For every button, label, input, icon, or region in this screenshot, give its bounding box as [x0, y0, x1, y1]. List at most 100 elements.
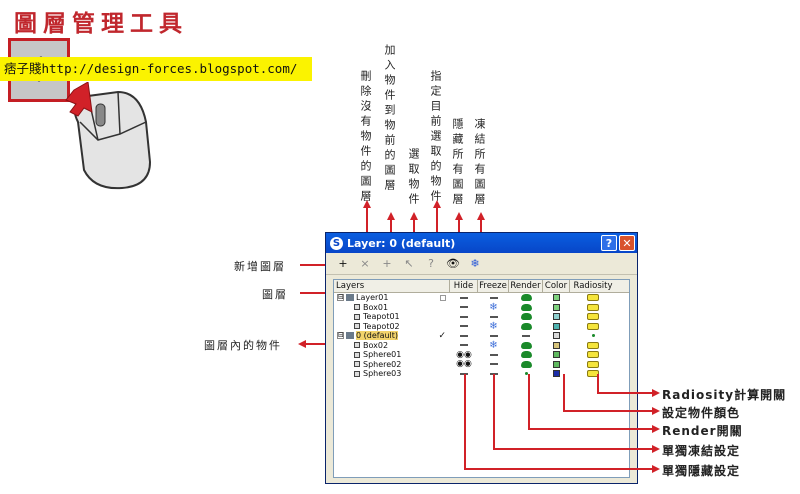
- label-objects-in-layer: 圖層內的物件: [204, 339, 282, 352]
- row-render-cell[interactable]: [509, 312, 543, 322]
- row-color-cell[interactable]: [543, 331, 570, 341]
- render-teapot-icon: [520, 351, 532, 359]
- object-icon: [354, 304, 360, 311]
- row-hide-cell[interactable]: ◉◉: [450, 350, 478, 360]
- object-row[interactable]: Teapot02 ❄: [334, 321, 629, 332]
- row-name: 0 (default): [356, 331, 399, 341]
- row-radiosity-cell[interactable]: [570, 341, 616, 351]
- color-swatch: [553, 332, 560, 340]
- row-radiosity-cell[interactable]: [570, 293, 616, 303]
- row-color-cell[interactable]: [543, 312, 570, 322]
- row-render-cell[interactable]: [509, 360, 543, 370]
- row-color-cell[interactable]: [543, 341, 570, 351]
- row-color-cell[interactable]: [543, 369, 570, 379]
- object-row[interactable]: Box02 ❄: [334, 340, 629, 351]
- label-set-current-selection: 指定目前選取的物件: [429, 70, 442, 205]
- select-objects-icon[interactable]: ↖: [398, 255, 420, 273]
- color-swatch: [553, 322, 560, 330]
- hide-all-icon[interactable]: 👁: [442, 255, 464, 273]
- row-radiosity-cell[interactable]: [570, 350, 616, 360]
- row-name-cell[interactable]: Box01: [334, 303, 450, 312]
- current-layer-check-icon[interactable]: ✓: [438, 331, 446, 340]
- row-color-cell[interactable]: [543, 360, 570, 370]
- collapse-toggle-icon[interactable]: ⊟: [337, 332, 344, 340]
- row-name-cell[interactable]: Sphere02: [334, 360, 450, 369]
- row-radiosity-cell[interactable]: [570, 360, 616, 370]
- label-render-toggle: Render開關: [662, 424, 743, 438]
- row-render-cell[interactable]: [509, 322, 543, 332]
- row-name: Box01: [363, 302, 389, 312]
- row-radiosity-cell[interactable]: [570, 322, 616, 332]
- delete-layer-icon[interactable]: ×: [354, 255, 376, 273]
- row-radiosity-cell[interactable]: [570, 331, 616, 341]
- object-row[interactable]: Teapot01: [334, 312, 629, 322]
- col-freeze[interactable]: Freeze: [478, 280, 509, 292]
- row-color-cell[interactable]: [543, 303, 570, 313]
- row-render-cell[interactable]: [509, 303, 543, 313]
- row-name-cell[interactable]: Sphere01: [334, 350, 450, 359]
- close-button[interactable]: ✕: [619, 235, 635, 251]
- row-hide-cell[interactable]: ◉◉: [450, 359, 478, 369]
- col-radiosity[interactable]: Radiosity: [570, 280, 616, 292]
- row-freeze-cell[interactable]: [478, 350, 509, 360]
- layer-row[interactable]: ⊟ 0 (default) ✓: [334, 331, 629, 341]
- off-dash-icon: [489, 353, 498, 356]
- current-layer-box[interactable]: [440, 294, 446, 301]
- row-color-cell[interactable]: [543, 293, 570, 303]
- row-hide-cell[interactable]: [450, 312, 478, 322]
- row-name: Teapot02: [363, 321, 400, 331]
- help-button[interactable]: ?: [601, 235, 617, 251]
- object-row[interactable]: Box01 ❄: [334, 302, 629, 313]
- row-name: Box02: [363, 340, 389, 350]
- color-swatch: [553, 351, 560, 359]
- col-hide[interactable]: Hide: [450, 280, 478, 292]
- layer-row[interactable]: ⊟ Layer01: [334, 293, 629, 303]
- off-dash-icon: [460, 334, 468, 337]
- row-color-cell[interactable]: [543, 322, 570, 332]
- row-radiosity-cell[interactable]: [570, 312, 616, 322]
- row-radiosity-cell[interactable]: [570, 303, 616, 313]
- row-hide-cell[interactable]: [450, 322, 478, 332]
- row-render-cell[interactable]: [509, 331, 543, 341]
- object-row[interactable]: Sphere03: [334, 369, 629, 379]
- label-add-object-to-layer: 加入物件到物前的圖層: [383, 44, 396, 194]
- row-name-cell[interactable]: ⊟ 0 (default) ✓: [334, 331, 450, 341]
- row-name-cell[interactable]: Teapot01: [334, 312, 450, 321]
- collapse-toggle-icon[interactable]: ⊟: [337, 294, 344, 302]
- row-name-cell[interactable]: Teapot02: [334, 322, 450, 331]
- col-color[interactable]: Color: [543, 280, 570, 292]
- row-freeze-cell[interactable]: ❄: [478, 321, 509, 331]
- label-object-color: 設定物件顏色: [662, 406, 741, 420]
- row-name-cell[interactable]: Box02: [334, 341, 450, 350]
- create-layer-icon[interactable]: +: [332, 255, 354, 273]
- set-current-layer-icon[interactable]: ?: [420, 255, 442, 273]
- row-name-cell[interactable]: Sphere03: [334, 369, 450, 378]
- freeze-all-icon[interactable]: ❄: [464, 255, 486, 273]
- object-row[interactable]: Sphere01 ◉◉: [334, 350, 629, 360]
- label-hide-toggle: 單獨隱藏設定: [662, 464, 741, 478]
- dialog-titlebar[interactable]: S Layer: 0 (default) ? ✕: [326, 233, 637, 253]
- row-render-cell[interactable]: [509, 293, 543, 303]
- row-hide-cell[interactable]: [450, 341, 478, 351]
- row-color-cell[interactable]: [543, 350, 570, 360]
- row-hide-cell[interactable]: [450, 293, 478, 303]
- blog-banner[interactable]: 痞子賤http://design-forces.blogspot.com/: [0, 57, 312, 81]
- row-render-cell[interactable]: [509, 369, 543, 379]
- row-freeze-cell[interactable]: [478, 360, 509, 370]
- row-hide-cell[interactable]: [450, 303, 478, 313]
- row-hide-cell[interactable]: [450, 331, 478, 341]
- row-freeze-cell[interactable]: ❄: [478, 340, 509, 350]
- off-dash-icon: [460, 296, 468, 299]
- object-icon: [354, 361, 360, 368]
- row-name-cell[interactable]: ⊟ Layer01: [334, 293, 450, 302]
- radiosity-icon: [587, 313, 599, 321]
- row-freeze-cell[interactable]: ❄: [478, 302, 509, 312]
- row-render-cell[interactable]: [509, 341, 543, 351]
- row-render-cell[interactable]: [509, 350, 543, 360]
- row-radiosity-cell[interactable]: [570, 369, 616, 379]
- object-row[interactable]: Sphere02 ◉◉: [334, 359, 629, 370]
- add-to-layer-icon[interactable]: +: [376, 255, 398, 273]
- col-layers[interactable]: Layers: [334, 280, 450, 292]
- col-render[interactable]: Render: [509, 280, 543, 292]
- radiosity-icon: [587, 360, 599, 368]
